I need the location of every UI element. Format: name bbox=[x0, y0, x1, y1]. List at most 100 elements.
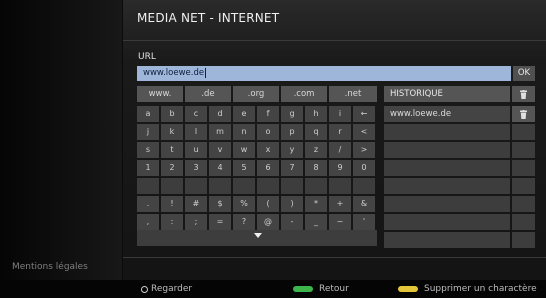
keyboard-key[interactable]: . bbox=[137, 196, 159, 212]
keyboard-key[interactable]: y bbox=[281, 142, 303, 158]
history-item-empty bbox=[384, 232, 510, 248]
domain-button-com[interactable]: .com bbox=[281, 86, 327, 102]
history-item-empty bbox=[384, 178, 510, 194]
url-input[interactable]: www.loewe.de bbox=[137, 66, 511, 81]
keyboard-key[interactable]: f bbox=[257, 106, 279, 122]
keyboard-key[interactable]: ) bbox=[281, 196, 303, 212]
keyboard-key[interactable]: a bbox=[137, 106, 159, 122]
keyboard-key[interactable]: ' bbox=[353, 214, 375, 230]
keyboard-key[interactable]: h bbox=[305, 106, 327, 122]
keyboard-key-blank bbox=[233, 178, 255, 194]
footer-bar: Regarder Retour Supprimer un charactère bbox=[0, 280, 546, 298]
hint-delete: Supprimer un charactère bbox=[398, 280, 537, 298]
keyboard-key[interactable]: e bbox=[233, 106, 255, 122]
hint-watch-label: Regarder bbox=[151, 284, 193, 294]
keyboard-more-row[interactable] bbox=[137, 230, 377, 246]
keyboard-key[interactable]: q bbox=[305, 124, 327, 140]
keyboard-key[interactable]: m bbox=[209, 124, 231, 140]
keyboard-key[interactable]: & bbox=[353, 196, 375, 212]
history-delete-slot-empty bbox=[512, 196, 535, 212]
keyboard-key[interactable]: p bbox=[281, 124, 303, 140]
hint-delete-label: Supprimer un charactère bbox=[424, 284, 537, 294]
keyboard-key[interactable]: 8 bbox=[305, 160, 327, 176]
keyboard-key[interactable]: w bbox=[233, 142, 255, 158]
keyboard-key[interactable]: - bbox=[281, 214, 303, 230]
keyboard-key[interactable]: b bbox=[161, 106, 183, 122]
keyboard-key[interactable]: % bbox=[233, 196, 255, 212]
keyboard-key[interactable]: 0 bbox=[353, 160, 375, 176]
keyboard-key[interactable]: 1 bbox=[137, 160, 159, 176]
keyboard-key-blank bbox=[281, 178, 303, 194]
trash-icon bbox=[520, 89, 527, 99]
ok-button[interactable]: OK bbox=[513, 66, 535, 81]
keyboard-key-blank bbox=[257, 178, 279, 194]
keyboard-key[interactable]: 5 bbox=[233, 160, 255, 176]
trash-icon bbox=[520, 109, 527, 119]
keyboard-key[interactable]: i bbox=[329, 106, 351, 122]
keyboard-key[interactable]: 9 bbox=[329, 160, 351, 176]
hint-back: Retour bbox=[293, 280, 349, 298]
keyboard-key[interactable]: * bbox=[305, 196, 327, 212]
keyboard-key[interactable]: ~ bbox=[329, 214, 351, 230]
keyboard-key[interactable]: l bbox=[185, 124, 207, 140]
legal-notice-link[interactable]: Mentions légales bbox=[12, 262, 88, 272]
keyboard-key[interactable]: _ bbox=[305, 214, 327, 230]
keyboard-key[interactable]: < bbox=[353, 124, 375, 140]
history-delete-slot-empty bbox=[512, 214, 535, 230]
keyboard-key[interactable]: z bbox=[305, 142, 327, 158]
keyboard-key[interactable]: $ bbox=[209, 196, 231, 212]
domain-button-www[interactable]: www. bbox=[137, 86, 183, 102]
history-item[interactable]: www.loewe.de bbox=[384, 106, 510, 122]
keyboard-key[interactable]: 6 bbox=[257, 160, 279, 176]
keyboard-key[interactable]: 7 bbox=[281, 160, 303, 176]
domain-button-de[interactable]: .de bbox=[185, 86, 231, 102]
keyboard-key[interactable]: s bbox=[137, 142, 159, 158]
keyboard-key[interactable]: 4 bbox=[209, 160, 231, 176]
history-delete-slot-empty bbox=[512, 124, 535, 140]
keyboard-key-blank bbox=[353, 178, 375, 194]
history-delete-slot-empty bbox=[512, 142, 535, 158]
keyboard-key[interactable]: ← bbox=[353, 106, 375, 122]
keyboard-key[interactable]: v bbox=[209, 142, 231, 158]
keyboard-key[interactable]: > bbox=[353, 142, 375, 158]
keyboard-key[interactable]: u bbox=[185, 142, 207, 158]
keyboard-key[interactable]: t bbox=[161, 142, 183, 158]
domain-button-org[interactable]: .org bbox=[233, 86, 279, 102]
text-cursor bbox=[205, 67, 207, 78]
history-delete-slot-empty bbox=[512, 232, 535, 248]
history-item-empty bbox=[384, 142, 510, 158]
keyboard-key[interactable]: ( bbox=[257, 196, 279, 212]
keyboard-key[interactable]: # bbox=[185, 196, 207, 212]
keyboard-key[interactable]: n bbox=[233, 124, 255, 140]
yellow-key-icon bbox=[398, 286, 418, 292]
keyboard-key[interactable]: j bbox=[137, 124, 159, 140]
keyboard-key[interactable]: : bbox=[161, 214, 183, 230]
keyboard-key[interactable]: @ bbox=[257, 214, 279, 230]
domain-button-net[interactable]: .net bbox=[329, 86, 377, 102]
keyboard-key[interactable]: 3 bbox=[185, 160, 207, 176]
keyboard-key[interactable]: , bbox=[137, 214, 159, 230]
main-panel: MEDIA NET - INTERNET URL www.loewe.de OK… bbox=[123, 0, 546, 280]
keyboard-key[interactable]: k bbox=[161, 124, 183, 140]
chevron-down-icon bbox=[254, 233, 262, 238]
keyboard-key[interactable]: + bbox=[329, 196, 351, 212]
history-item-empty bbox=[384, 196, 510, 212]
clear-history-button[interactable] bbox=[512, 86, 535, 102]
keyboard-key[interactable]: o bbox=[257, 124, 279, 140]
keyboard-key-blank bbox=[209, 178, 231, 194]
keyboard-key[interactable]: c bbox=[185, 106, 207, 122]
keyboard-key[interactable]: x bbox=[257, 142, 279, 158]
history-delete-slot-empty bbox=[512, 160, 535, 176]
keyboard-key[interactable]: / bbox=[329, 142, 351, 158]
keyboard-key[interactable]: 2 bbox=[161, 160, 183, 176]
hint-watch: Regarder bbox=[141, 280, 192, 298]
delete-history-item-button[interactable] bbox=[512, 106, 535, 122]
keyboard-key[interactable]: ; bbox=[185, 214, 207, 230]
keyboard-key[interactable]: ! bbox=[161, 196, 183, 212]
keyboard-key[interactable]: g bbox=[281, 106, 303, 122]
keyboard-key[interactable]: = bbox=[209, 214, 231, 230]
keyboard-key[interactable]: ? bbox=[233, 214, 255, 230]
keyboard-key[interactable]: r bbox=[329, 124, 351, 140]
history-item-empty bbox=[384, 124, 510, 140]
keyboard-key[interactable]: d bbox=[209, 106, 231, 122]
